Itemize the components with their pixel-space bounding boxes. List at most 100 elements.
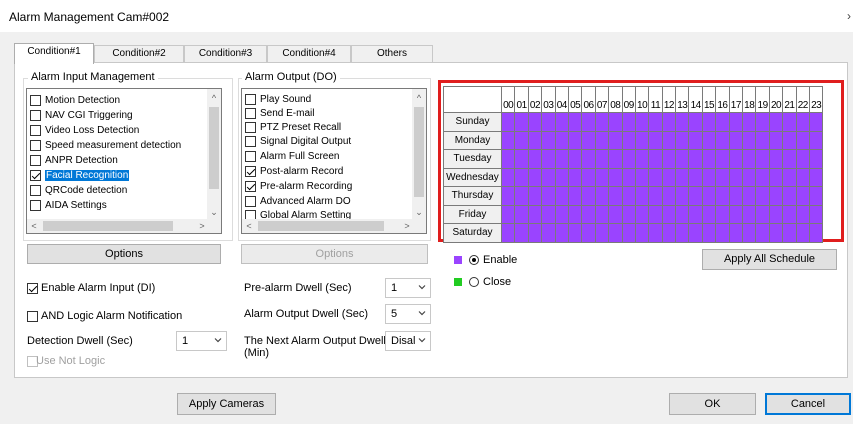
- list-item[interactable]: Facial Recognition: [30, 168, 130, 182]
- schedule-cell[interactable]: [648, 204, 663, 224]
- schedule-cell[interactable]: [688, 223, 703, 243]
- close-radio[interactable]: [469, 277, 479, 287]
- list-item[interactable]: Speed measurement detection: [30, 138, 181, 152]
- day-header[interactable]: Thursday: [443, 186, 502, 206]
- schedule-cell[interactable]: [634, 130, 650, 150]
- schedule-cell[interactable]: [541, 223, 556, 243]
- cancel-button[interactable]: Cancel: [765, 393, 851, 415]
- hour-header[interactable]: 17: [728, 86, 744, 113]
- hour-header[interactable]: 22: [795, 86, 810, 113]
- scroll-thumb[interactable]: [414, 107, 424, 197]
- schedule-cell[interactable]: [594, 167, 610, 187]
- checkbox[interactable]: [245, 135, 256, 147]
- schedule-cell[interactable]: [554, 167, 569, 187]
- hour-header[interactable]: 23: [808, 86, 824, 113]
- list-item[interactable]: PTZ Preset Recall: [245, 120, 341, 134]
- hour-header[interactable]: 20: [768, 86, 784, 113]
- schedule-cell[interactable]: [648, 130, 663, 150]
- schedule-cell[interactable]: [621, 167, 636, 187]
- schedule-cell[interactable]: [742, 149, 757, 169]
- enable-radio[interactable]: [469, 255, 479, 265]
- schedule-grid[interactable]: 00 01 02 03 04 05 06 07 08 09 10 11 12 13 14 15 16 17 18 19…: [443, 86, 824, 243]
- schedule-cell[interactable]: [541, 186, 556, 206]
- schedule-cell[interactable]: [621, 130, 636, 150]
- schedule-cell[interactable]: [608, 112, 623, 132]
- schedule-cell[interactable]: [527, 149, 543, 169]
- schedule-cell[interactable]: [795, 223, 810, 243]
- schedule-cell[interactable]: [755, 204, 770, 224]
- ok-button[interactable]: OK: [669, 393, 756, 415]
- schedule-cell[interactable]: [675, 112, 690, 132]
- horizontal-scrollbar[interactable]: < >: [27, 219, 221, 233]
- schedule-cell[interactable]: [581, 149, 596, 169]
- tab-condition-1[interactable]: Condition#1: [14, 43, 94, 64]
- hour-header[interactable]: 02: [527, 86, 543, 113]
- detection-dwell-select[interactable]: 1: [176, 331, 227, 351]
- checkbox[interactable]: [30, 184, 41, 196]
- horizontal-scrollbar[interactable]: < >: [242, 219, 426, 233]
- schedule-cell[interactable]: [514, 223, 529, 243]
- schedule-cell[interactable]: [782, 186, 797, 206]
- checkbox[interactable]: [30, 139, 41, 151]
- checkbox[interactable]: [30, 169, 41, 181]
- schedule-cell[interactable]: [567, 167, 583, 187]
- list-item[interactable]: Post-alarm Record: [245, 164, 343, 178]
- schedule-cell[interactable]: [608, 186, 623, 206]
- schedule-cell[interactable]: [554, 130, 569, 150]
- schedule-cell[interactable]: [768, 149, 784, 169]
- schedule-cell[interactable]: [581, 223, 596, 243]
- schedule-cell[interactable]: [648, 186, 663, 206]
- day-header[interactable]: Monday: [443, 130, 502, 150]
- scroll-thumb[interactable]: [258, 221, 384, 231]
- schedule-cell[interactable]: [701, 149, 717, 169]
- schedule-cell[interactable]: [541, 112, 556, 132]
- schedule-cell[interactable]: [728, 186, 744, 206]
- checkbox[interactable]: [245, 93, 256, 105]
- schedule-cell[interactable]: [581, 167, 596, 187]
- hour-header[interactable]: 05: [567, 86, 583, 113]
- schedule-cell[interactable]: [541, 167, 556, 187]
- schedule-cell[interactable]: [608, 204, 623, 224]
- schedule-cell[interactable]: [581, 186, 596, 206]
- schedule-cell[interactable]: [567, 223, 583, 243]
- hour-header[interactable]: 07: [594, 86, 610, 113]
- schedule-cell[interactable]: [728, 167, 744, 187]
- hour-header[interactable]: 10: [634, 86, 650, 113]
- schedule-cell[interactable]: [782, 130, 797, 150]
- pre-alarm-dwell-select[interactable]: 1: [385, 278, 431, 298]
- schedule-cell[interactable]: [608, 130, 623, 150]
- checkbox[interactable]: [245, 121, 256, 133]
- schedule-cell[interactable]: [675, 223, 690, 243]
- schedule-cell[interactable]: [782, 112, 797, 132]
- scroll-left-icon[interactable]: <: [242, 219, 256, 233]
- schedule-cell[interactable]: [701, 186, 717, 206]
- schedule-cell[interactable]: [768, 204, 784, 224]
- schedule-cell[interactable]: [621, 112, 636, 132]
- schedule-cell[interactable]: [648, 112, 663, 132]
- hour-header[interactable]: 01: [514, 86, 529, 113]
- schedule-cell[interactable]: [795, 167, 810, 187]
- hour-header[interactable]: 04: [554, 86, 569, 113]
- scroll-thumb[interactable]: [209, 107, 219, 189]
- and-logic-checkbox[interactable]: [27, 311, 38, 322]
- tab-condition-3[interactable]: Condition#3: [184, 45, 267, 63]
- hour-header[interactable]: 15: [701, 86, 717, 113]
- checkbox[interactable]: [245, 150, 256, 162]
- vertical-scrollbar[interactable]: ^ ⌄: [207, 89, 221, 219]
- schedule-cell[interactable]: [808, 130, 824, 150]
- list-item[interactable]: Play Sound: [245, 92, 311, 106]
- schedule-cell[interactable]: [742, 186, 757, 206]
- hour-header[interactable]: 11: [648, 86, 663, 113]
- day-header[interactable]: Sunday: [443, 112, 502, 132]
- schedule-cell[interactable]: [634, 167, 650, 187]
- hour-header[interactable]: 08: [608, 86, 623, 113]
- day-header[interactable]: Tuesday: [443, 149, 502, 169]
- schedule-cell[interactable]: [675, 130, 690, 150]
- checkbox[interactable]: [30, 109, 41, 121]
- tab-condition-2[interactable]: Condition#2: [94, 45, 184, 63]
- list-item[interactable]: Alarm Full Screen: [245, 149, 339, 163]
- schedule-cell[interactable]: [527, 204, 543, 224]
- schedule-cell[interactable]: [527, 167, 543, 187]
- list-item[interactable]: Signal Digital Output: [245, 134, 351, 148]
- output-options-button[interactable]: Options: [241, 244, 428, 264]
